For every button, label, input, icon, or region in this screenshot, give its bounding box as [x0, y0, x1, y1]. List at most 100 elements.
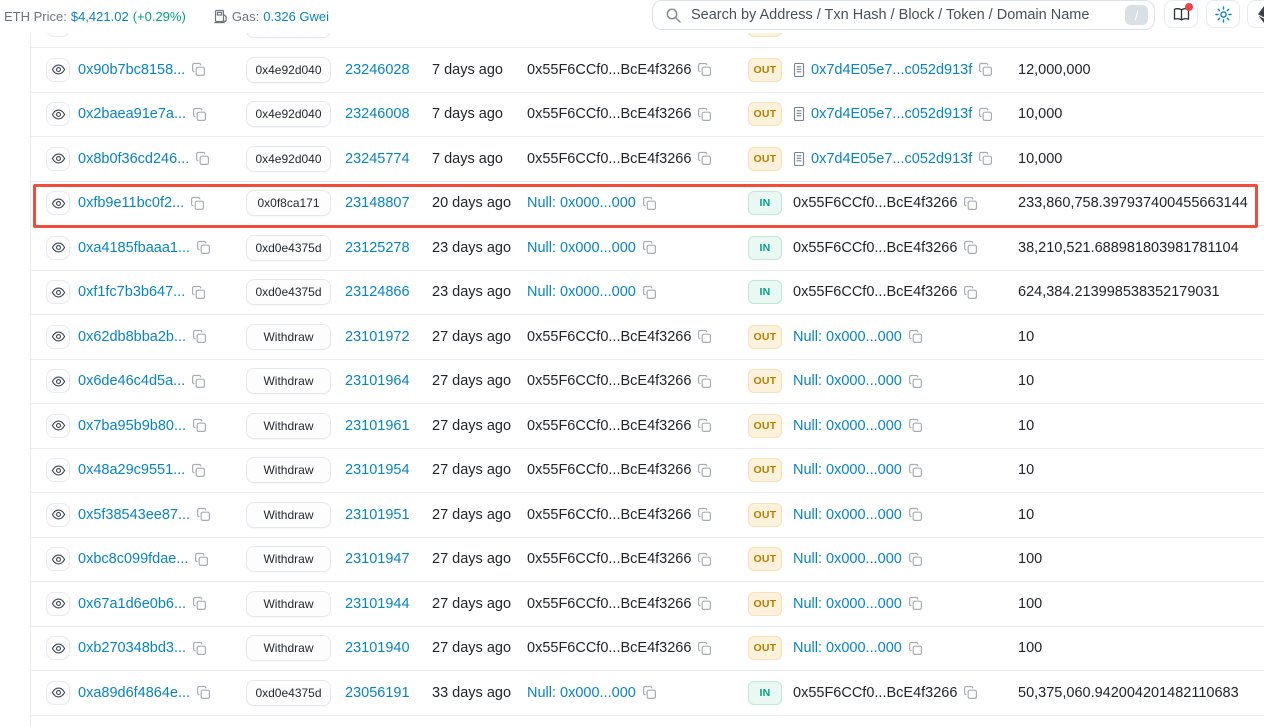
copy-icon[interactable]: [978, 107, 993, 122]
from-address[interactable]: 0x55F6CCf0...BcE4f3266: [527, 596, 691, 612]
block-link[interactable]: 23101940: [345, 640, 410, 656]
txn-hash-link[interactable]: 0x8b0f36cd246...: [78, 151, 189, 167]
copy-icon[interactable]: [908, 552, 923, 567]
copy-icon[interactable]: [697, 463, 712, 478]
block-link[interactable]: 23101951: [345, 507, 410, 523]
from-address[interactable]: Null: 0x000...000: [527, 685, 636, 701]
preview-eye-button[interactable]: [46, 414, 70, 438]
copy-icon[interactable]: [978, 151, 993, 166]
to-address[interactable]: 0x55F6CCf0...BcE4f3266: [793, 284, 957, 300]
method-badge[interactable]: 0x4e92d040: [246, 101, 331, 127]
to-address[interactable]: Null: 0x000...000: [793, 640, 902, 656]
copy-icon[interactable]: [963, 196, 978, 211]
from-address[interactable]: 0x55F6CCf0...BcE4f3266: [527, 62, 691, 78]
method-badge[interactable]: Withdraw: [246, 502, 331, 528]
method-badge[interactable]: 0x0f8ca171: [246, 190, 331, 216]
copy-icon[interactable]: [191, 463, 206, 478]
to-address[interactable]: Null: 0x000...000: [793, 551, 902, 567]
txn-hash-link[interactable]: 0xb270348bd3...: [78, 640, 186, 656]
preview-eye-button[interactable]: [46, 280, 70, 304]
block-link[interactable]: 23101964: [345, 373, 410, 389]
copy-icon[interactable]: [908, 507, 923, 522]
to-address[interactable]: Null: 0x000...000: [793, 507, 902, 523]
copy-icon[interactable]: [908, 641, 923, 656]
method-badge[interactable]: Withdraw: [246, 368, 331, 394]
copy-icon[interactable]: [191, 374, 206, 389]
copy-icon[interactable]: [908, 596, 923, 611]
from-address[interactable]: 0x55F6CCf0...BcE4f3266: [527, 151, 691, 167]
preview-eye-button[interactable]: [46, 681, 70, 705]
from-address[interactable]: Null: 0x000...000: [527, 240, 636, 256]
preview-eye-button[interactable]: [46, 236, 70, 260]
copy-icon[interactable]: [978, 62, 993, 77]
copy-icon[interactable]: [191, 285, 206, 300]
block-link[interactable]: 23124866: [345, 284, 410, 300]
method-badge[interactable]: 0xd0e4375d: [246, 279, 331, 305]
method-badge[interactable]: Withdraw: [246, 413, 331, 439]
copy-icon[interactable]: [963, 285, 978, 300]
txn-hash-link[interactable]: 0x6de46c4d5a...: [78, 373, 185, 389]
from-address[interactable]: Null: 0x000...000: [527, 284, 636, 300]
copy-icon[interactable]: [963, 685, 978, 700]
copy-icon[interactable]: [192, 596, 207, 611]
from-address[interactable]: 0x55F6CCf0...BcE4f3266: [527, 640, 691, 656]
to-address[interactable]: Null: 0x000...000: [793, 418, 902, 434]
block-link[interactable]: 23245774: [345, 151, 410, 167]
docs-button[interactable]: [1164, 0, 1198, 28]
preview-eye-button[interactable]: [46, 458, 70, 482]
method-badge[interactable]: 0xd0e4375d: [246, 680, 331, 706]
txn-hash-link[interactable]: 0xf1fc7b3b647...: [78, 284, 185, 300]
copy-icon[interactable]: [192, 418, 207, 433]
copy-icon[interactable]: [697, 418, 712, 433]
copy-icon[interactable]: [642, 685, 657, 700]
copy-icon[interactable]: [697, 507, 712, 522]
txn-hash-link[interactable]: 0xa4185fbaaa1...: [78, 240, 190, 256]
to-address[interactable]: Null: 0x000...000: [793, 329, 902, 345]
block-link[interactable]: 23101944: [345, 596, 410, 612]
to-address[interactable]: Null: 0x000...000: [793, 596, 902, 612]
copy-icon[interactable]: [642, 240, 657, 255]
txn-hash-link[interactable]: 0x7ba95b9b80...: [78, 418, 186, 434]
copy-icon[interactable]: [908, 374, 923, 389]
txn-hash-link[interactable]: 0x67a1d6e0b6...: [78, 596, 186, 612]
txn-hash-link[interactable]: 0x48a29c9551...: [78, 462, 185, 478]
txn-hash-link[interactable]: 0x90b7bc8158...: [78, 62, 185, 78]
copy-icon[interactable]: [196, 507, 211, 522]
block-link[interactable]: 23101947: [345, 551, 410, 567]
method-badge[interactable]: Withdraw: [246, 591, 331, 617]
preview-eye-button[interactable]: [46, 503, 70, 527]
preview-eye-button[interactable]: [46, 547, 70, 571]
copy-icon[interactable]: [196, 240, 211, 255]
preview-eye-button[interactable]: [46, 369, 70, 393]
network-button[interactable]: [1247, 0, 1264, 28]
copy-icon[interactable]: [642, 196, 657, 211]
copy-icon[interactable]: [908, 329, 923, 344]
copy-icon[interactable]: [963, 240, 978, 255]
block-link[interactable]: 23246028: [345, 62, 410, 78]
block-link[interactable]: 23101972: [345, 329, 410, 345]
method-badge[interactable]: 0x4e92d040: [246, 57, 331, 83]
eth-price-value[interactable]: $4,421.02: [71, 9, 129, 24]
search-bar[interactable]: /: [652, 0, 1155, 30]
txn-hash-link[interactable]: 0xbc8c099fdae...: [78, 551, 188, 567]
from-address[interactable]: 0x55F6CCf0...BcE4f3266: [527, 373, 691, 389]
method-badge[interactable]: Withdraw: [246, 546, 331, 572]
to-address[interactable]: 0x7d4E05e7...c052d913f: [811, 151, 972, 167]
copy-icon[interactable]: [697, 596, 712, 611]
copy-icon[interactable]: [697, 329, 712, 344]
copy-icon[interactable]: [697, 151, 712, 166]
copy-icon[interactable]: [194, 552, 209, 567]
from-address[interactable]: 0x55F6CCf0...BcE4f3266: [527, 106, 691, 122]
to-address[interactable]: 0x55F6CCf0...BcE4f3266: [793, 685, 957, 701]
copy-icon[interactable]: [192, 107, 207, 122]
copy-icon[interactable]: [642, 285, 657, 300]
from-address[interactable]: 0x55F6CCf0...BcE4f3266: [527, 329, 691, 345]
copy-icon[interactable]: [190, 196, 205, 211]
search-input[interactable]: [691, 7, 1125, 23]
preview-eye-button[interactable]: [46, 325, 70, 349]
txn-hash-link[interactable]: 0x62db8bba2b...: [78, 329, 186, 345]
txn-hash-link[interactable]: 0x2baea91e7a...: [78, 106, 186, 122]
copy-icon[interactable]: [196, 685, 211, 700]
preview-eye-button[interactable]: [46, 636, 70, 660]
copy-icon[interactable]: [697, 552, 712, 567]
